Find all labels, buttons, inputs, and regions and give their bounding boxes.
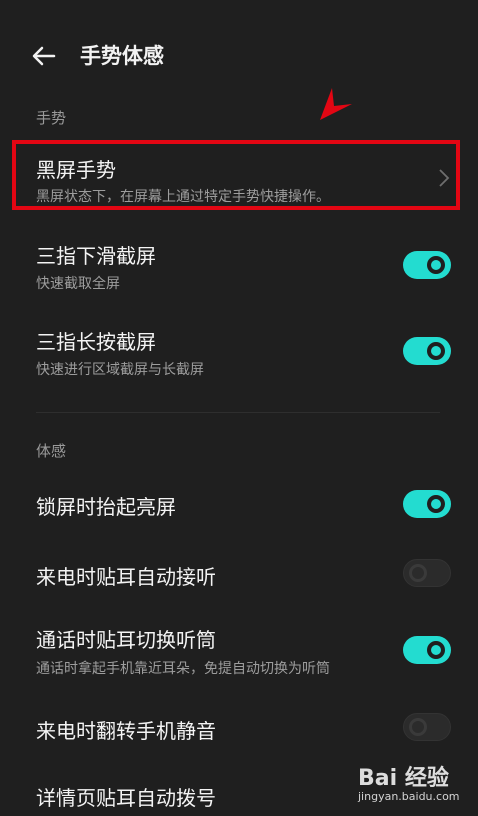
row-title: 来电时贴耳自动接听 <box>36 565 216 589</box>
section-header-motion: 体感 <box>36 442 67 460</box>
toggle-switch[interactable] <box>403 337 451 365</box>
header: 手势体感 <box>0 0 478 110</box>
row-title: 三指长按截屏 <box>36 330 156 354</box>
red-arrow-annotation <box>320 88 352 120</box>
row-title: 通话时贴耳切换听筒 <box>36 628 216 652</box>
row-title: 来电时翻转手机静音 <box>36 719 216 743</box>
row-switch-earpiece[interactable]: 通话时贴耳切换听筒 通话时拿起手机靠近耳朵，免提自动切换为听筒 <box>0 614 478 694</box>
toggle-knob <box>427 342 445 360</box>
toggle-knob <box>427 256 445 274</box>
watermark-url: jingyan.baidu.com <box>358 790 460 803</box>
row-flip-mute[interactable]: 来电时翻转手机静音 <box>0 698 478 758</box>
row-subtitle: 通话时拿起手机靠近耳朵，免提自动切换为听筒 <box>36 661 330 677</box>
page-title: 手势体感 <box>80 44 164 68</box>
row-subtitle: 快速进行区域截屏与长截屏 <box>36 362 204 378</box>
row-lift-wake[interactable]: 锁屏时抬起亮屏 <box>0 474 478 534</box>
watermark-logo: Bai 经验 <box>358 766 449 791</box>
section-header-gesture: 手势 <box>36 109 67 127</box>
row-title: 详情页贴耳自动拨号 <box>36 786 216 810</box>
toggle-knob <box>427 495 445 513</box>
back-button[interactable] <box>30 40 62 72</box>
toggle-switch[interactable] <box>403 251 451 279</box>
toggle-switch[interactable] <box>403 636 451 664</box>
divider <box>36 412 440 413</box>
toggle-knob <box>409 718 427 736</box>
toggle-knob <box>427 641 445 659</box>
row-three-finger-press[interactable]: 三指长按截屏 快速进行区域截屏与长截屏 <box>0 314 478 394</box>
toggle-knob <box>409 564 427 582</box>
back-arrow-icon <box>32 46 56 66</box>
row-auto-answer[interactable]: 来电时贴耳自动接听 <box>0 544 478 604</box>
toggle-switch[interactable] <box>403 490 451 518</box>
toggle-switch[interactable] <box>403 559 451 587</box>
row-subtitle: 快速截取全屏 <box>36 276 120 292</box>
row-title: 锁屏时抬起亮屏 <box>36 495 176 519</box>
baidu-jingyan-watermark: Bai 经验 jingyan.baidu.com <box>358 760 468 810</box>
row-title: 三指下滑截屏 <box>36 244 156 268</box>
highlight-box-annotation <box>12 140 460 210</box>
row-three-finger-swipe[interactable]: 三指下滑截屏 快速截取全屏 <box>0 228 478 308</box>
toggle-switch[interactable] <box>403 713 451 741</box>
